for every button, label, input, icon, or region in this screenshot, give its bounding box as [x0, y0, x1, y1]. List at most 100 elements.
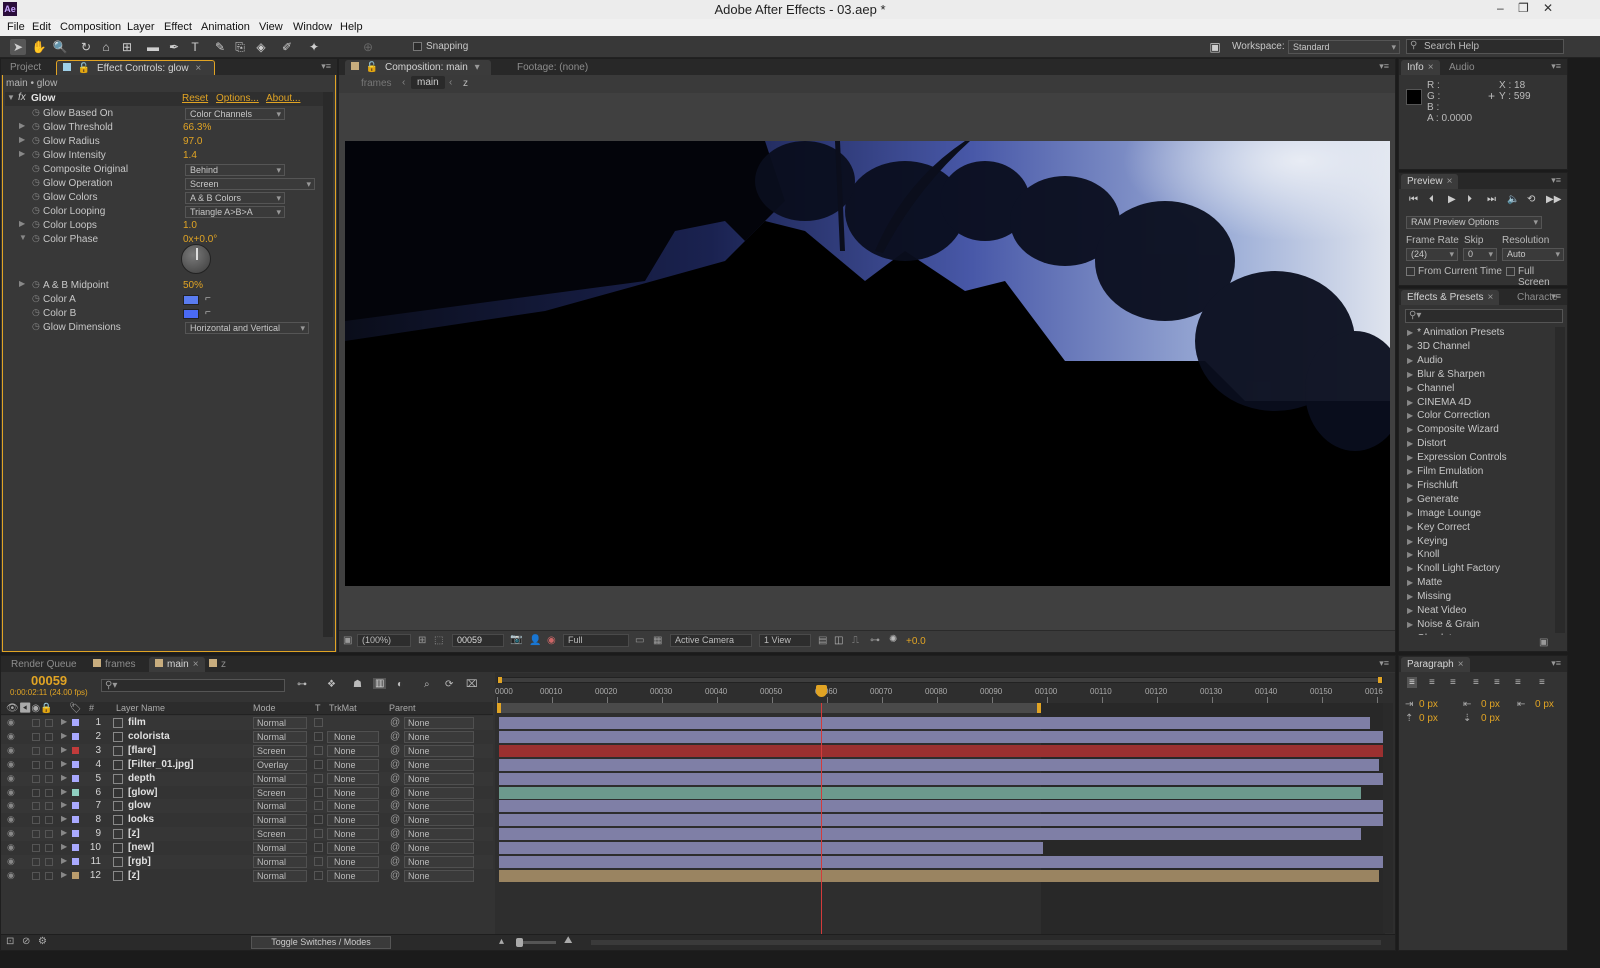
layer-mode-select[interactable]: Normal — [253, 856, 307, 868]
lock-icon[interactable]: 🔓 — [366, 62, 378, 73]
breadcrumb-z[interactable]: z — [463, 78, 468, 89]
layer-label-swatch[interactable] — [72, 719, 79, 726]
transfer-controls-pane-icon[interactable]: ⊘ — [22, 936, 30, 947]
channels-icon[interactable]: ◉ — [547, 635, 556, 646]
layer-duration-bar[interactable] — [499, 800, 1383, 813]
breadcrumb-main[interactable]: main — [411, 76, 445, 89]
live-update-icon[interactable]: ⟳ — [445, 679, 453, 690]
effect-prop-dropdown[interactable]: Behind — [185, 164, 285, 176]
solo-switch[interactable] — [32, 802, 40, 811]
layer-label-swatch[interactable] — [72, 774, 79, 782]
stopwatch-icon[interactable]: ◷ — [32, 191, 40, 202]
tab-project[interactable]: Project — [4, 60, 47, 75]
stopwatch-icon[interactable]: ◷ — [32, 163, 40, 174]
timeline-icon[interactable]: ⎍ — [852, 635, 859, 646]
layer-name[interactable]: [flare] — [128, 745, 156, 756]
effect-about-link[interactable]: About... — [266, 93, 300, 104]
justify-last-right-icon[interactable]: ≡ — [1515, 677, 1521, 688]
tab-effects-presets[interactable]: Effects & Presets × — [1401, 290, 1500, 305]
layer-duration-bar[interactable] — [499, 786, 1361, 799]
justify-last-left-icon[interactable]: ≡ — [1473, 677, 1479, 688]
twirl-icon[interactable]: ▶ — [1407, 495, 1413, 504]
tab-info[interactable]: Info × — [1401, 60, 1440, 75]
twirl-icon[interactable]: ▶ — [1407, 523, 1413, 532]
twirl-icon[interactable]: ▶ — [1407, 370, 1413, 379]
tab-render-queue[interactable]: Render Queue — [5, 657, 83, 672]
tab-close-icon[interactable]: × — [1488, 292, 1494, 303]
layer-parent-select[interactable]: None — [404, 814, 474, 827]
layer-name[interactable]: [glow] — [128, 787, 157, 798]
layer-label-swatch[interactable] — [72, 746, 79, 754]
previous-frame-icon[interactable]: ⏴ — [1429, 194, 1434, 205]
work-area-start[interactable] — [497, 703, 501, 713]
visibility-eye-icon[interactable]: ◉ — [7, 870, 15, 881]
layer-row[interactable]: ◉ ▶ 10 [new] Normal None @ None — [1, 841, 493, 856]
hand-tool-icon[interactable]: ✋ — [31, 39, 47, 55]
effect-prop-dropdown[interactable]: A & B Colors — [185, 192, 285, 204]
effects-category-item[interactable]: ▶ 3D Channel — [1407, 341, 1470, 352]
layer-trkmat-select[interactable]: None — [327, 842, 379, 855]
layer-duration-bar[interactable] — [499, 717, 1370, 729]
layer-label-swatch[interactable] — [72, 802, 79, 810]
layer-trkmat-select[interactable]: None — [327, 856, 379, 868]
layer-parent-select[interactable]: None — [404, 772, 474, 785]
first-frame-icon[interactable]: ⏮ — [1409, 194, 1418, 205]
zoom-in-icon[interactable]: ⛰ — [564, 935, 572, 946]
layer-row[interactable]: ◉ ▶ 4 [Filter_01.jpg] Overlay None @ None — [1, 757, 493, 772]
twirl-icon[interactable]: ▶ — [1407, 564, 1413, 573]
frame-blending-icon[interactable]: ▥ — [373, 678, 387, 689]
layer-label-swatch[interactable] — [72, 788, 79, 796]
panel-menu-icon[interactable]: ▾≡ — [321, 61, 331, 72]
layer-parent-select[interactable]: None — [404, 828, 474, 841]
tab-composition[interactable]: 🔓 Composition: main ▾ × — [345, 60, 491, 84]
navigator-start-handle[interactable] — [498, 677, 502, 683]
twirl-icon[interactable]: ▶ — [1407, 537, 1413, 546]
menu-effect[interactable]: Effect — [164, 21, 192, 33]
visibility-eye-icon[interactable]: ◉ — [7, 759, 15, 770]
color-swatch[interactable] — [183, 295, 199, 305]
show-snapshot-icon[interactable]: 👤 — [529, 635, 541, 646]
twirl-icon[interactable]: ▶ — [61, 842, 67, 851]
layer-label-swatch[interactable] — [72, 732, 79, 740]
layer-duration-bar[interactable] — [499, 758, 1379, 771]
effects-category-item[interactable]: ▶ Matte — [1407, 577, 1442, 588]
solo-switch[interactable] — [32, 774, 40, 783]
breadcrumb-frames[interactable]: frames — [361, 78, 392, 89]
twirl-icon[interactable]: ▶ — [1407, 620, 1413, 629]
layer-mode-select[interactable]: Normal — [253, 814, 307, 827]
layer-row[interactable]: ◉ ▶ 5 depth Normal None @ None — [1, 771, 493, 786]
full-screen-checkbox[interactable] — [1506, 267, 1515, 276]
stopwatch-icon[interactable]: ◷ — [32, 307, 40, 318]
timeline-scrollbar[interactable] — [1383, 703, 1393, 933]
twirl-icon[interactable]: ▶ — [1407, 578, 1413, 587]
stopwatch-icon[interactable]: ◷ — [32, 233, 40, 244]
twirl-icon[interactable]: ▶ — [1407, 356, 1413, 365]
lock-switch[interactable] — [45, 844, 53, 853]
layer-row[interactable]: ◉ ▶ 1 film Normal @ None — [1, 716, 493, 730]
twirl-icon[interactable]: ▶ — [61, 731, 67, 740]
effects-category-item[interactable]: ▶ Knoll Light Factory — [1407, 563, 1500, 574]
layer-mode-select[interactable]: Screen — [253, 786, 307, 799]
fx-icon[interactable]: fx — [18, 92, 26, 103]
effects-category-item[interactable]: ▶ Film Emulation — [1407, 466, 1483, 477]
twirl-icon[interactable]: ▶ — [61, 717, 67, 726]
tab-close-icon[interactable]: × — [1428, 62, 1434, 73]
visibility-eye-icon[interactable]: ◉ — [7, 800, 15, 811]
workspace-select[interactable]: Standard — [1288, 40, 1400, 54]
camera-tool-icon[interactable]: ⌂ — [98, 39, 114, 55]
panel-menu-icon[interactable]: ▾≡ — [1379, 658, 1389, 669]
effect-prop-value[interactable]: 1.4 — [183, 150, 197, 161]
layer-trkmat-select[interactable]: None — [327, 730, 379, 743]
layer-trkmat-select[interactable]: None — [327, 814, 379, 827]
selection-tool-icon[interactable]: ➤ — [10, 39, 26, 55]
from-current-time-checkbox[interactable] — [1406, 267, 1415, 276]
effects-category-item[interactable]: ▶ Obsolete — [1407, 633, 1457, 635]
pick-whip-icon[interactable]: @ — [390, 787, 400, 798]
visibility-eye-icon[interactable]: ◉ — [7, 745, 15, 756]
twirl-icon[interactable]: ▶ — [61, 870, 67, 879]
preserve-transparency-switch[interactable] — [314, 815, 323, 825]
zoom-slider[interactable] — [516, 938, 556, 947]
minimize-icon[interactable]: – — [1497, 1, 1504, 15]
preserve-transparency-switch[interactable] — [314, 870, 323, 880]
preserve-transparency-switch[interactable] — [314, 731, 323, 741]
